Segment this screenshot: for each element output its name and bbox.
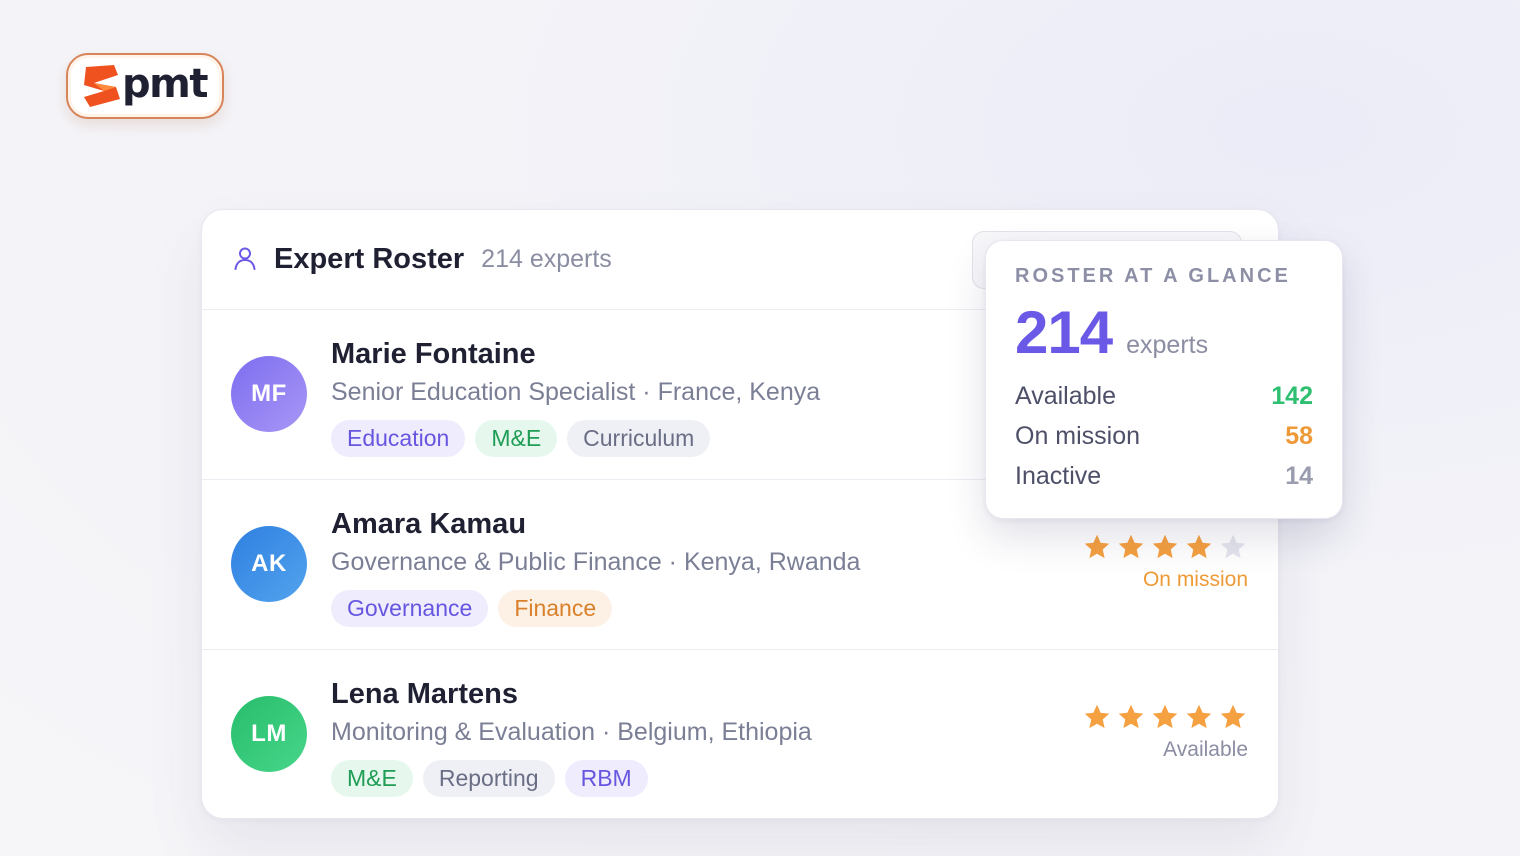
star-filled-icon: [1118, 704, 1144, 729]
tag[interactable]: Finance: [498, 590, 613, 627]
star-rating: [1082, 532, 1248, 562]
status-badge: On mission: [1142, 568, 1248, 591]
stat-label: On mission: [1015, 421, 1141, 450]
star-rating: [1082, 702, 1248, 732]
glance-total: 214: [1015, 299, 1113, 366]
roster-glance-popover: ROSTER AT A GLANCE 214 experts Available…: [985, 240, 1343, 519]
glance-stat-inactive: Inactive 14: [1015, 456, 1313, 496]
star-filled-icon: [1084, 534, 1110, 559]
star-filled-icon: [1152, 704, 1178, 729]
expert-role: Monitoring & Evaluation · Belgium, Ethio…: [331, 718, 812, 746]
tag[interactable]: RBM: [564, 760, 648, 797]
star-filled-icon: [1152, 534, 1178, 559]
user-icon: [234, 247, 256, 270]
expert-role: Governance & Public Finance · Kenya, Rwa…: [331, 548, 861, 576]
stat-label: Inactive: [1015, 461, 1102, 490]
star-filled-icon: [1220, 704, 1246, 729]
stat-label: Available: [1015, 381, 1117, 410]
stat-value: 58: [1285, 421, 1313, 450]
star-filled-icon: [1084, 704, 1110, 729]
avatar: AK: [231, 526, 307, 602]
pmt-logo[interactable]: pmt: [66, 53, 224, 119]
glance-stat-on-mission: On mission 58: [1015, 416, 1313, 456]
glance-stats: Available 142 On mission 58 Inactive 14: [1015, 376, 1313, 496]
glance-unit: experts: [1126, 331, 1209, 359]
tag-list: Education M&E Curriculum: [331, 420, 820, 457]
expert-name[interactable]: Marie Fontaine: [331, 336, 820, 372]
tag[interactable]: Reporting: [422, 760, 555, 797]
tag[interactable]: M&E: [475, 420, 558, 457]
star-empty-icon: [1220, 534, 1246, 559]
tag[interactable]: Curriculum: [567, 420, 711, 457]
star-filled-icon: [1186, 534, 1212, 559]
tag-list: Governance Finance: [331, 590, 860, 627]
star-filled-icon: [1118, 534, 1144, 559]
tag[interactable]: Education: [331, 420, 466, 457]
expert-name[interactable]: Amara Kamau: [331, 506, 860, 542]
stat-value: 14: [1285, 461, 1313, 490]
avatar: LM: [231, 696, 307, 772]
expert-row[interactable]: LM Lena Martens Monitoring & Evaluation …: [202, 650, 1278, 818]
avatar: MF: [231, 356, 307, 432]
status-badge: Available: [1163, 738, 1248, 761]
tag[interactable]: M&E: [331, 760, 413, 797]
tag[interactable]: Governance: [331, 590, 489, 627]
card-title: Expert Roster: [274, 243, 465, 275]
expert-name[interactable]: Lena Martens: [331, 676, 812, 712]
star-filled-icon: [1186, 704, 1212, 729]
expert-count: 214 experts: [481, 245, 612, 273]
glance-stat-available: Available 142: [1015, 376, 1313, 416]
logo-wordmark: pmt: [122, 61, 208, 107]
expert-role: Senior Education Specialist · France, Ke…: [331, 378, 821, 406]
tag-list: M&E Reporting RBM: [331, 760, 812, 797]
stat-value: 142: [1271, 381, 1313, 410]
pmt-logo-mark-icon: [84, 65, 120, 107]
glance-title: ROSTER AT A GLANCE: [1015, 265, 1291, 287]
